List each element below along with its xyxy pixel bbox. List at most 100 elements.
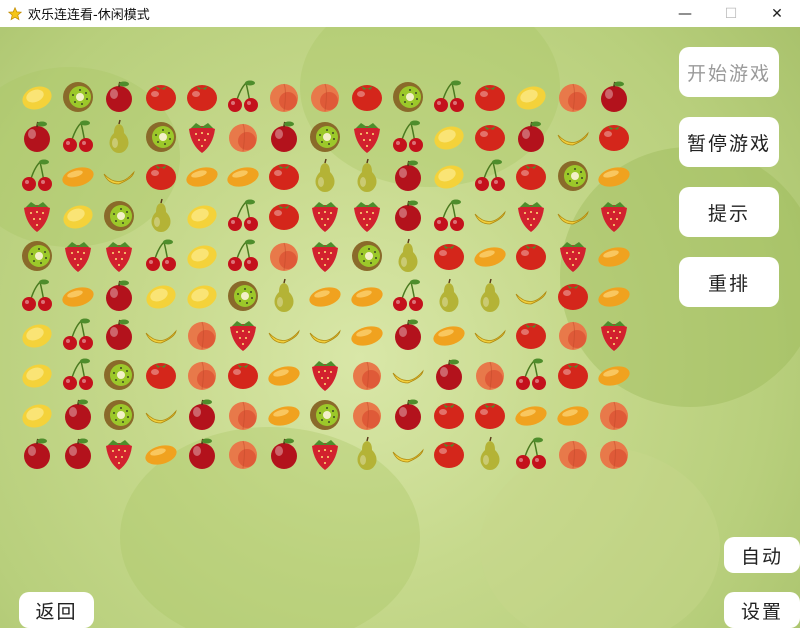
- tile-apple[interactable]: [59, 434, 97, 472]
- tile-cherry[interactable]: [224, 77, 262, 115]
- pause-game-button[interactable]: 暂停游戏: [679, 117, 779, 167]
- tile-apple[interactable]: [100, 77, 138, 115]
- tile-lemon[interactable]: [142, 276, 180, 314]
- tile-pear[interactable]: [306, 156, 344, 194]
- tile-kiwi[interactable]: [389, 77, 427, 115]
- tile-tomato[interactable]: [183, 77, 221, 115]
- tile-apple[interactable]: [265, 117, 303, 155]
- tile-pear[interactable]: [142, 196, 180, 234]
- tile-strawberry[interactable]: [554, 236, 592, 274]
- tile-peach[interactable]: [224, 117, 262, 155]
- tile-strawberry[interactable]: [348, 117, 386, 155]
- tile-apple[interactable]: [265, 434, 303, 472]
- tile-apple[interactable]: [183, 395, 221, 433]
- tile-peach[interactable]: [471, 355, 509, 393]
- tile-pear[interactable]: [348, 156, 386, 194]
- tile-apple[interactable]: [59, 395, 97, 433]
- tile-peach[interactable]: [183, 315, 221, 353]
- tile-cherry[interactable]: [389, 276, 427, 314]
- tile-apple[interactable]: [183, 434, 221, 472]
- tile-cherry[interactable]: [512, 434, 550, 472]
- tile-mango[interactable]: [430, 315, 468, 353]
- tile-tomato[interactable]: [142, 355, 180, 393]
- tile-tomato[interactable]: [512, 315, 550, 353]
- tile-strawberry[interactable]: [100, 434, 138, 472]
- tile-cherry[interactable]: [224, 196, 262, 234]
- tile-cherry[interactable]: [512, 355, 550, 393]
- tile-pear[interactable]: [471, 276, 509, 314]
- tile-strawberry[interactable]: [306, 434, 344, 472]
- tile-peach[interactable]: [554, 434, 592, 472]
- back-button[interactable]: 返回: [19, 592, 94, 628]
- tile-lemon[interactable]: [430, 117, 468, 155]
- tile-mango[interactable]: [595, 355, 633, 393]
- tile-mango[interactable]: [595, 156, 633, 194]
- tile-kiwi[interactable]: [306, 395, 344, 433]
- tile-peach[interactable]: [265, 236, 303, 274]
- tile-tomato[interactable]: [142, 77, 180, 115]
- tile-strawberry[interactable]: [183, 117, 221, 155]
- tile-apple[interactable]: [18, 434, 56, 472]
- tile-kiwi[interactable]: [348, 236, 386, 274]
- tile-cherry[interactable]: [224, 236, 262, 274]
- tile-tomato[interactable]: [471, 395, 509, 433]
- tile-peach[interactable]: [595, 395, 633, 433]
- tile-peach[interactable]: [224, 395, 262, 433]
- tile-cherry[interactable]: [142, 236, 180, 274]
- tile-strawberry[interactable]: [595, 315, 633, 353]
- tile-mango[interactable]: [348, 315, 386, 353]
- tile-banana[interactable]: [306, 315, 344, 353]
- tile-pear[interactable]: [100, 117, 138, 155]
- tile-mango[interactable]: [59, 156, 97, 194]
- tile-apple[interactable]: [430, 355, 468, 393]
- tile-tomato[interactable]: [554, 276, 592, 314]
- tile-cherry[interactable]: [18, 156, 56, 194]
- tile-mango[interactable]: [471, 236, 509, 274]
- tile-strawberry[interactable]: [306, 196, 344, 234]
- tile-peach[interactable]: [348, 355, 386, 393]
- minimize-button[interactable]: —: [662, 0, 708, 27]
- tile-peach[interactable]: [348, 395, 386, 433]
- tile-banana[interactable]: [471, 196, 509, 234]
- tile-tomato[interactable]: [471, 117, 509, 155]
- tile-strawberry[interactable]: [512, 196, 550, 234]
- tile-mango[interactable]: [265, 355, 303, 393]
- tile-apple[interactable]: [18, 117, 56, 155]
- tile-kiwi[interactable]: [18, 236, 56, 274]
- tile-mango[interactable]: [512, 395, 550, 433]
- shuffle-button[interactable]: 重排: [679, 257, 779, 307]
- tile-cherry[interactable]: [59, 315, 97, 353]
- tile-strawberry[interactable]: [100, 236, 138, 274]
- tile-tomato[interactable]: [554, 355, 592, 393]
- tile-kiwi[interactable]: [224, 276, 262, 314]
- tile-lemon[interactable]: [18, 395, 56, 433]
- close-button[interactable]: ✕: [754, 0, 800, 27]
- tile-tomato[interactable]: [265, 156, 303, 194]
- tile-tomato[interactable]: [224, 355, 262, 393]
- tile-cherry[interactable]: [389, 117, 427, 155]
- tile-mango[interactable]: [554, 395, 592, 433]
- tile-strawberry[interactable]: [18, 196, 56, 234]
- tile-pear[interactable]: [471, 434, 509, 472]
- tile-cherry[interactable]: [430, 77, 468, 115]
- tile-peach[interactable]: [306, 77, 344, 115]
- tile-tomato[interactable]: [142, 156, 180, 194]
- tile-strawberry[interactable]: [224, 315, 262, 353]
- tile-apple[interactable]: [389, 156, 427, 194]
- tile-tomato[interactable]: [512, 156, 550, 194]
- tile-strawberry[interactable]: [306, 355, 344, 393]
- tile-banana[interactable]: [389, 434, 427, 472]
- tile-lemon[interactable]: [183, 276, 221, 314]
- tile-apple[interactable]: [512, 117, 550, 155]
- tile-mango[interactable]: [59, 276, 97, 314]
- tile-tomato[interactable]: [348, 77, 386, 115]
- tile-cherry[interactable]: [18, 276, 56, 314]
- tile-kiwi[interactable]: [100, 395, 138, 433]
- tile-strawberry[interactable]: [348, 196, 386, 234]
- tile-pear[interactable]: [348, 434, 386, 472]
- tile-tomato[interactable]: [512, 236, 550, 274]
- tile-apple[interactable]: [389, 315, 427, 353]
- tile-kiwi[interactable]: [100, 355, 138, 393]
- tile-tomato[interactable]: [471, 77, 509, 115]
- tile-pear[interactable]: [265, 276, 303, 314]
